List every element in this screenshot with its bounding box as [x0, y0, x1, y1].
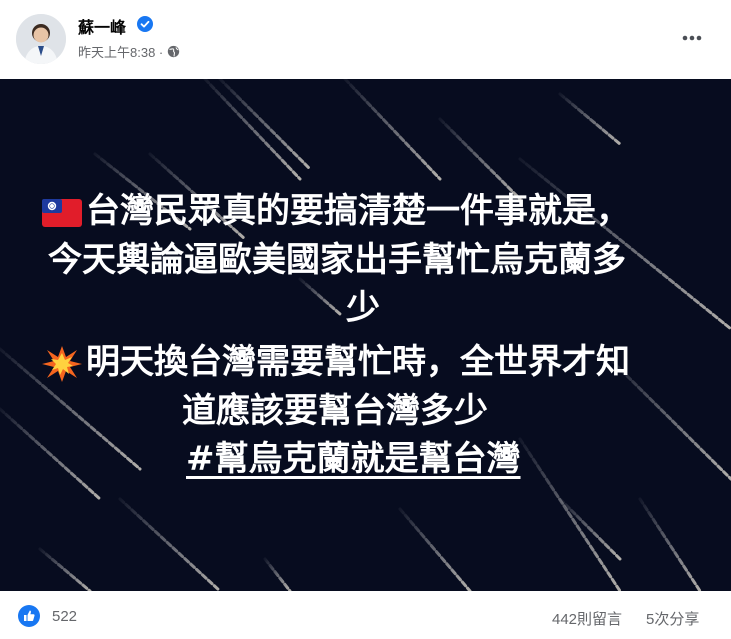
reactions-count[interactable]: 522 — [52, 608, 77, 625]
like-icon[interactable] — [18, 605, 40, 627]
hashtag-link[interactable]: #幫烏克蘭就是幫台灣 — [186, 434, 521, 484]
comments-count[interactable]: 442則留言 — [552, 608, 622, 629]
author-name[interactable]: 蘇一峰 — [78, 14, 126, 38]
collision-icon — [42, 345, 82, 382]
more-options-button[interactable] — [676, 24, 708, 52]
taiwan-flag-icon — [42, 198, 82, 227]
post-meta: 昨天上午8:38 · — [78, 42, 180, 61]
timestamp[interactable]: 昨天上午8:38 · — [78, 42, 163, 61]
shares-count[interactable]: 5次分享 — [646, 608, 699, 629]
text-line-5: 道應該要幫台灣多少 — [182, 391, 488, 431]
text-line-1-content: 台灣民眾真的要搞清楚一件事就是， — [86, 191, 630, 231]
post-header: 蘇一峰 昨天上午8:38 · — [0, 0, 731, 78]
verified-badge-icon — [137, 16, 153, 32]
meteor-streaks-background — [0, 79, 731, 591]
avatar[interactable] — [16, 14, 66, 64]
globe-icon — [168, 45, 180, 58]
text-line-3: 少 — [346, 288, 380, 328]
post-footer: 522 442則留言 5次分享 — [0, 591, 731, 639]
text-line-4-content: 明天換台灣需要幫忙時，全世界才知 — [86, 342, 630, 382]
text-line-2: 今天輿論逼歐美國家出手幫忙烏克蘭多 — [48, 240, 626, 280]
text-line-4: 明天換台灣需要幫忙時，全世界才知 — [42, 337, 630, 387]
text-line-1: 台灣民眾真的要搞清楚一件事就是， — [42, 186, 630, 236]
post-image[interactable]: 台灣民眾真的要搞清楚一件事就是， 今天輿論逼歐美國家出手幫忙烏克蘭多 少 明天換… — [0, 79, 731, 591]
more-options-icon — [682, 35, 702, 41]
